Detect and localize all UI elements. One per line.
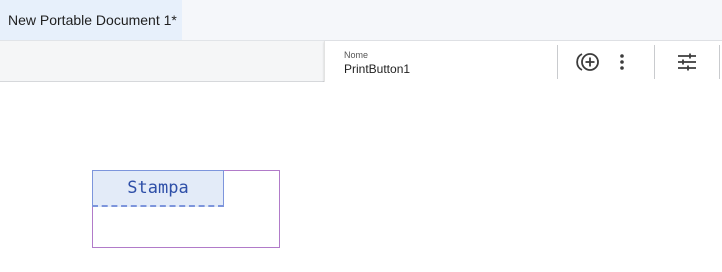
separator [557, 45, 558, 79]
tune-icon[interactable] [674, 49, 700, 75]
name-field-value[interactable]: PrintButton1 [344, 62, 410, 77]
document-tab-title: New Portable Document 1* [8, 12, 177, 28]
separator [654, 45, 655, 79]
properties-panel: Nome PrintButton1 [324, 41, 722, 83]
name-field[interactable]: Nome PrintButton1 [344, 50, 554, 78]
separator [719, 45, 720, 79]
print-button-label: Stampa [127, 178, 189, 198]
document-tab-bar: New Portable Document 1* [0, 0, 722, 41]
more-vert-icon[interactable] [609, 49, 635, 75]
document-tab[interactable]: New Portable Document 1* [0, 0, 182, 40]
name-field-label: Nome [344, 50, 369, 60]
add-action-icon[interactable] [576, 49, 602, 75]
print-button[interactable]: Stampa [92, 170, 224, 207]
document-canvas[interactable]: Stampa [0, 82, 722, 272]
